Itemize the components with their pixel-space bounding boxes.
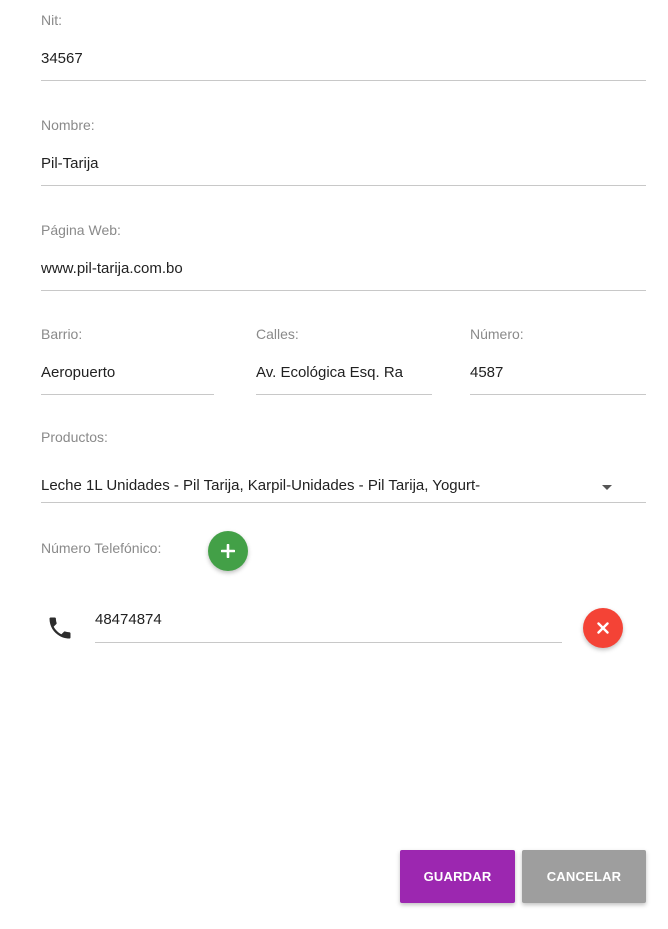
remove-phone-button[interactable] (583, 608, 623, 648)
phone-icon (49, 617, 71, 639)
nombre-label: Nombre: (41, 117, 95, 133)
nit-label: Nit: (41, 12, 62, 28)
nit-underline (41, 80, 646, 81)
numero-input[interactable] (470, 362, 646, 384)
calles-underline (256, 394, 432, 395)
pagina-web-input[interactable] (41, 258, 646, 280)
numero-label: Número: (470, 326, 524, 342)
pagina-web-label: Página Web: (41, 222, 121, 238)
productos-label: Productos: (41, 429, 108, 445)
barrio-field: Barrio: (41, 322, 214, 397)
nit-input[interactable] (41, 48, 646, 70)
nombre-underline (41, 185, 646, 186)
numero-underline (470, 394, 646, 395)
plus-icon (221, 544, 235, 558)
barrio-label: Barrio: (41, 326, 83, 342)
phone-number-underline (95, 642, 562, 643)
add-phone-button[interactable] (208, 531, 248, 571)
telefono-header: Número Telefónico: (41, 530, 341, 571)
barrio-input[interactable] (41, 362, 214, 384)
calles-field: Calles: (256, 322, 432, 397)
cancel-button[interactable]: CANCELAR (522, 850, 646, 903)
phone-number-field (95, 604, 562, 646)
productos-selected-value: Leche 1L Unidades - Pil Tarija, Karpil-U… (41, 477, 481, 494)
phone-row (41, 604, 646, 654)
phone-number-input[interactable] (95, 609, 562, 631)
productos-select[interactable]: Leche 1L Unidades - Pil Tarija, Karpil-U… (41, 471, 646, 501)
save-button[interactable]: GUARDAR (400, 850, 515, 903)
calles-input[interactable] (256, 362, 432, 384)
pagina-web-field: Página Web: (41, 218, 646, 293)
pagina-web-underline (41, 290, 646, 291)
numero-field: Número: (470, 322, 646, 397)
productos-field: Productos: Leche 1L Unidades - Pil Tarij… (41, 427, 646, 505)
telefono-label: Número Telefónico: (41, 540, 162, 556)
nit-field: Nit: (41, 8, 646, 83)
nombre-field: Nombre: (41, 113, 646, 188)
barrio-underline (41, 394, 214, 395)
chevron-down-icon (602, 485, 612, 490)
close-icon (597, 622, 609, 634)
nombre-input[interactable] (41, 153, 646, 175)
productos-underline (41, 502, 646, 503)
calles-label: Calles: (256, 326, 299, 342)
